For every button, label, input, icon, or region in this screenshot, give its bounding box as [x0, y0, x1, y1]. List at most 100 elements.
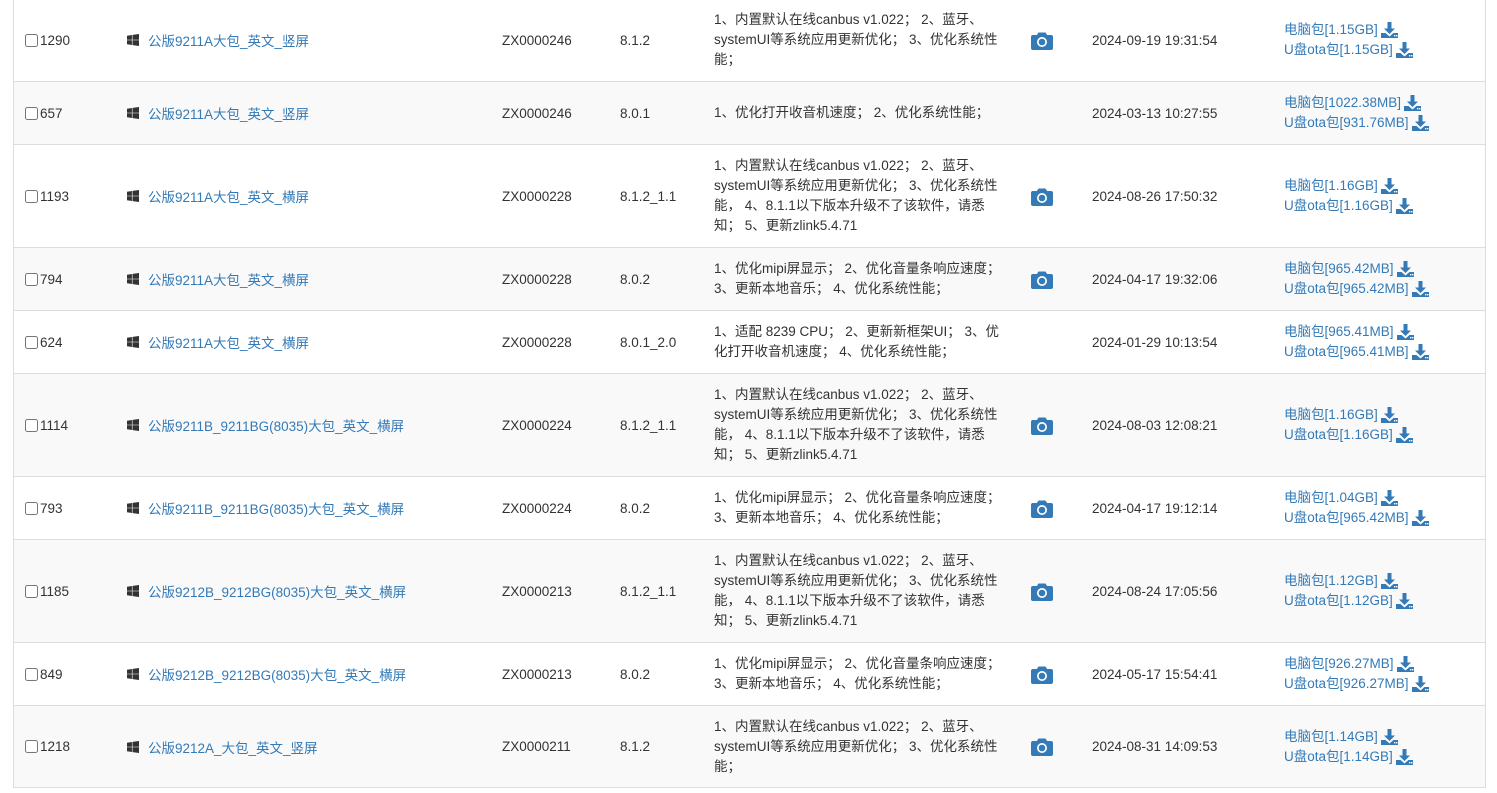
table-row: 1290 公版9211A大包_英文_竖屏 ZX0000246 8.1.2 1、内置默认在…: [14, 0, 1485, 81]
package-name-link[interactable]: 公版9212B_9212BG(8035)大包_英文_横屏: [148, 581, 406, 601]
release-time: 2024-08-26 17:50:32: [1092, 188, 1218, 204]
name-cell: 公版9211A大包_英文_竖屏: [114, 30, 488, 50]
update-description: 1、内置默认在线canbus v1.022； 2、蓝牙、systemUI等系统应…: [714, 553, 998, 628]
update-description: 1、优化mipi屏显示； 2、优化音量条响应速度； 3、更新本地音乐； 4、优化…: [714, 261, 1001, 296]
camera-icon[interactable]: [1031, 270, 1053, 289]
download-icon[interactable]: [1396, 324, 1414, 340]
download-cell: 电脑包[1.12GB] U盘ota包[1.12GB]: [1265, 571, 1485, 611]
camera-icon[interactable]: [1031, 582, 1053, 601]
download-icon[interactable]: [1404, 95, 1422, 111]
pc-package-link[interactable]: 电脑包[1.15GB]: [1284, 20, 1378, 40]
table-row: 1185 公版9212B_9212BG(8035)大包_英文_横屏 ZX000021…: [14, 539, 1485, 642]
download-icon[interactable]: [1411, 281, 1429, 297]
usb-ota-package-link[interactable]: U盘ota包[1.16GB]: [1284, 196, 1393, 216]
windows-icon: [127, 502, 139, 514]
pc-package-link[interactable]: 电脑包[1.14GB]: [1284, 727, 1378, 747]
pc-package-link[interactable]: 电脑包[1.12GB]: [1284, 571, 1378, 591]
release-time: 2024-09-19 19:31:54: [1092, 32, 1218, 48]
download-icon[interactable]: [1380, 573, 1398, 589]
download-icon[interactable]: [1395, 42, 1413, 58]
id-cell: 1290: [14, 33, 114, 48]
camera-icon[interactable]: [1031, 665, 1053, 684]
row-id: 794: [40, 271, 63, 287]
download-icon[interactable]: [1411, 115, 1429, 131]
table-row: 1193 公版9211A大包_英文_横屏 ZX0000228 8.1.2_1.1 1、内…: [14, 144, 1485, 247]
package-name-link[interactable]: 公版9211A大包_英文_横屏: [148, 186, 309, 206]
download-cell: 电脑包[1.15GB] U盘ota包[1.15GB]: [1265, 20, 1485, 60]
table-row: 657 公版9211A大包_英文_竖屏 ZX0000246 8.0.1 1、优化打开收音…: [14, 81, 1485, 144]
usb-ota-package-link[interactable]: U盘ota包[931.76MB]: [1284, 113, 1409, 133]
package-name-link[interactable]: 公版9211B_9211BG(8035)大包_英文_横屏: [148, 498, 404, 518]
camera-icon[interactable]: [1031, 31, 1053, 50]
row-checkbox[interactable]: [25, 667, 38, 681]
package-name-link[interactable]: 公版9211A大包_英文_竖屏: [148, 30, 309, 50]
usb-ota-package-link[interactable]: U盘ota包[1.12GB]: [1284, 591, 1393, 611]
id-cell: 624: [14, 335, 114, 350]
usb-ota-package-link[interactable]: U盘ota包[1.14GB]: [1284, 747, 1393, 767]
row-checkbox[interactable]: [25, 106, 38, 120]
usb-ota-package-link[interactable]: U盘ota包[926.27MB]: [1284, 674, 1409, 694]
package-name-link[interactable]: 公版9211B_9211BG(8035)大包_英文_横屏: [148, 415, 404, 435]
package-name-link[interactable]: 公版9211A大包_英文_横屏: [148, 332, 309, 352]
row-checkbox[interactable]: [25, 418, 38, 432]
camera-icon[interactable]: [1031, 737, 1053, 756]
download-icon[interactable]: [1380, 728, 1398, 745]
download-icon[interactable]: [1395, 198, 1413, 214]
row-checkbox[interactable]: [25, 740, 38, 753]
windows-icon: [127, 34, 139, 46]
screenshot-cell: [1013, 499, 1076, 518]
download-icon[interactable]: [1380, 22, 1398, 38]
row-checkbox[interactable]: [25, 272, 38, 286]
download-icon[interactable]: [1380, 178, 1398, 194]
download-icon[interactable]: [1411, 676, 1429, 692]
usb-ota-package-link[interactable]: U盘ota包[1.15GB]: [1284, 40, 1393, 60]
row-id: 657: [40, 105, 63, 121]
pc-package-link[interactable]: 电脑包[1022.38MB]: [1284, 93, 1401, 113]
row-checkbox[interactable]: [25, 33, 38, 47]
usb-ota-package-link[interactable]: U盘ota包[965.42MB]: [1284, 279, 1409, 299]
row-checkbox[interactable]: [25, 335, 38, 349]
camera-icon[interactable]: [1031, 187, 1053, 206]
row-checkbox[interactable]: [25, 189, 38, 203]
name-cell: 公版9212B_9212BG(8035)大包_英文_横屏: [114, 664, 488, 684]
usb-ota-package-link[interactable]: U盘ota包[965.42MB]: [1284, 508, 1409, 528]
pc-package-link[interactable]: 电脑包[965.41MB]: [1284, 322, 1394, 342]
screenshot-cell: [1013, 270, 1076, 289]
download-icon[interactable]: [1396, 261, 1414, 277]
pc-package-link[interactable]: 电脑包[1.04GB]: [1284, 488, 1378, 508]
download-icon[interactable]: [1411, 344, 1429, 360]
pc-package-link[interactable]: 电脑包[1.16GB]: [1284, 176, 1378, 196]
name-cell: 公版9211A大包_英文_横屏: [114, 186, 488, 206]
usb-ota-package-link[interactable]: U盘ota包[1.16GB]: [1284, 425, 1393, 445]
download-icon[interactable]: [1411, 510, 1429, 526]
download-icon[interactable]: [1395, 593, 1413, 609]
version: 8.1.2_1.1: [620, 417, 677, 433]
windows-icon: [127, 419, 139, 431]
pc-package-link[interactable]: 电脑包[1.16GB]: [1284, 405, 1378, 425]
table-row: 1114 公版9211B_9211BG(8035)大包_英文_横屏 ZX000022…: [14, 373, 1485, 476]
download-icon[interactable]: [1396, 656, 1414, 672]
row-id: 793: [40, 500, 63, 516]
package-name-link[interactable]: 公版9212A_大包_英文_竖屏: [148, 737, 318, 757]
row-checkbox[interactable]: [25, 584, 38, 598]
package-name-link[interactable]: 公版9212B_9212BG(8035)大包_英文_横屏: [148, 664, 406, 684]
pc-package-link[interactable]: 电脑包[926.27MB]: [1284, 654, 1394, 674]
package-name-link[interactable]: 公版9211A大包_英文_横屏: [148, 269, 309, 289]
download-cell: 电脑包[1.14GB] U盘ota包[1.14GB]: [1265, 727, 1485, 767]
package-name-link[interactable]: 公版9211A大包_英文_竖屏: [148, 103, 309, 123]
download-icon[interactable]: [1380, 407, 1398, 423]
download-icon[interactable]: [1395, 427, 1413, 443]
download-icon[interactable]: [1395, 748, 1413, 765]
row-checkbox[interactable]: [25, 501, 38, 515]
camera-icon[interactable]: [1031, 416, 1053, 435]
camera-icon[interactable]: [1031, 499, 1053, 518]
download-icon[interactable]: [1380, 490, 1398, 506]
version: 8.0.2: [620, 271, 651, 287]
windows-icon: [127, 336, 139, 348]
name-cell: 公版9211B_9211BG(8035)大包_英文_横屏: [114, 415, 488, 435]
update-description: 1、内置默认在线canbus v1.022； 2、蓝牙、systemUI等系统应…: [714, 387, 998, 462]
id-cell: 1185: [14, 584, 114, 599]
usb-ota-package-link[interactable]: U盘ota包[965.41MB]: [1284, 342, 1409, 362]
row-id: 1185: [40, 583, 70, 599]
pc-package-link[interactable]: 电脑包[965.42MB]: [1284, 259, 1394, 279]
